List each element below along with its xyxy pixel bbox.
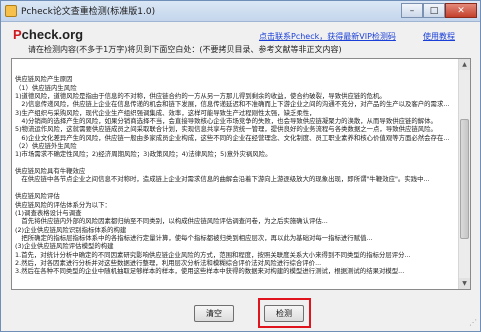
content-line: 供应链风险具有牛鞭效应 <box>15 167 86 176</box>
instruction-label: 请在检测内容(不多于1万字)将贝到下面空白处：(不要拷贝目录、参考文献等非正文内… <box>28 45 342 54</box>
content-line: 供应链风险产生原因 <box>15 75 73 84</box>
content-line: 1.首先，对统计分析中确定的不同因素研究影响供应链企业风险的方式，范围和程度，按… <box>15 250 411 259</box>
size-grip-icon[interactable]: ⋰ <box>467 318 477 328</box>
logo-text: check.org <box>21 27 84 42</box>
content-line: 供应链风险评估 <box>15 192 60 201</box>
content-textarea[interactable]: 供应链风险产生原因 （1）供应链内生风险 1)道德风险，道德风险是指由于信息的不对称… <box>11 58 471 290</box>
content-line: 把所确定的指标层指标体系中的各指标进行定量计算，使每个指标都被归类到相应层次，再… <box>15 233 373 242</box>
content-line: （1）供应链内生风险 <box>15 83 77 92</box>
content-line: 5)物流运作风险，这就需要供应链成员之间采取联合计划，实现信息共享与存货统一管理… <box>15 125 437 134</box>
vertical-scrollbar[interactable]: ▲ ▼ <box>458 59 470 289</box>
content-line <box>15 67 459 75</box>
content-line: 2.然后，对各因素进行分析并对这些数据进行整理，利用层次分析法和模糊综合评价法对… <box>15 258 322 267</box>
content-line: 6)企业文化差异产生的风险，供应链一般由多家成员企业构成，这些不同的企业在经营理… <box>15 133 450 142</box>
content-line: 供应链风险的评估体系分为以下： <box>15 200 111 209</box>
minimize-button[interactable]: – <box>401 3 423 18</box>
content-line: 在供应链中各节点企业之间信息不对称时，造成链上企业对需求信息的曲解会沿着下游向上… <box>15 175 430 184</box>
content-line: 3.然后在各种不同类型的企业中随机抽取足够样本的样本，使用这些样本中获得的数据来… <box>15 267 405 276</box>
content-line <box>15 159 459 167</box>
close-button[interactable]: ✕ <box>445 3 477 18</box>
check-button-highlight <box>258 298 311 328</box>
content-line: (2)企业供应链风险识别指标体系的构建 <box>15 225 127 234</box>
contact-link[interactable]: 点击联系Pcheck，获得最新VIP检测码 <box>259 31 396 42</box>
content-lines: 供应链风险产生原因 （1）供应链内生风险 1)道德风险，道德风险是指由于信息的不对称… <box>15 67 459 276</box>
maximize-button[interactable]: □ <box>423 3 445 18</box>
content-line: 1)道德风险，道德风险是指由于信息的不对称，供应链合约的一方从另一方那儿得到剩余… <box>15 92 386 101</box>
app-icon <box>5 5 17 17</box>
logo: Pcheck.org <box>13 27 83 42</box>
app-window: Pcheck论文查重检测(标准版1.0) – □ ✕ Pcheck.org 点击… <box>0 0 481 332</box>
logo-prefix: P <box>13 27 22 42</box>
content-line: 首先将供应链内外部的风险因素都归纳至不同类别，以构成供应链风险评估调查问卷，为之… <box>15 217 328 226</box>
scroll-thumb[interactable] <box>460 119 469 239</box>
content-line: （2）供应链外生风险 <box>15 142 77 151</box>
scroll-up-icon[interactable]: ▲ <box>459 59 470 70</box>
title-bar[interactable]: Pcheck论文查重检测(标准版1.0) – □ ✕ <box>1 1 480 22</box>
content-line: 3)生产组织与采购风险，现代企业生产组织强调集成、效率，这样可能导致生产过程刚性… <box>15 108 316 117</box>
content-line: (1)调查表格设计与调查 <box>15 208 82 217</box>
content-line: 2)信息传递风险，供应链上企业在信息传递的机会和链下发展，信息传递延迟和不准确而… <box>15 100 450 109</box>
window-title: Pcheck论文查重检测(标准版1.0) <box>21 7 156 17</box>
clear-button[interactable]: 清空 <box>194 305 234 322</box>
content-line <box>15 184 459 192</box>
content-line: (3)企业供应链风险评估模型的构建 <box>15 242 114 251</box>
content-line: 1)市场需求不确定性风险；2)经济周期风险；3)政策风险；4)法律风险；5)意外… <box>15 150 272 159</box>
scroll-down-icon[interactable]: ▼ <box>459 278 470 289</box>
tutorial-link[interactable]: 使用教程 <box>423 31 455 42</box>
content-line: 4)分销商的选择产生的风险，如果分销商选择不当，会直接导致核心企业市场竞争的失败… <box>15 117 437 126</box>
